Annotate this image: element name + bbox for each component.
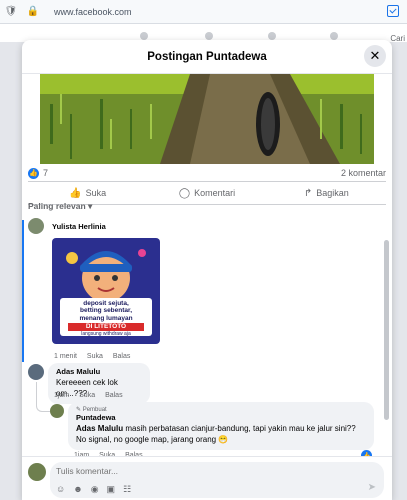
ad-brand: DI LITETOTO (68, 323, 144, 331)
comment-author[interactable]: Puntadewa (76, 413, 366, 422)
emoji-icon[interactable]: ☻ (73, 484, 82, 495)
home-icon (140, 32, 148, 40)
comment-meta: 1jam Suka Balas (54, 392, 131, 399)
avatar[interactable] (28, 218, 44, 234)
caret-down-icon: ▾ (88, 201, 93, 211)
comment-reply-button[interactable]: Balas (105, 392, 123, 399)
highlight-bar (22, 220, 24, 362)
reaction-count[interactable]: 7 (43, 168, 48, 178)
thread-connector (36, 398, 50, 412)
share-button[interactable]: ↱ Bagikan (267, 188, 386, 199)
camera-icon[interactable]: ◉ (91, 484, 99, 495)
comment-time[interactable]: 1 menit (54, 353, 77, 360)
comment-meta: 1 menit Suka Balas (54, 353, 138, 360)
comment-input[interactable] (56, 466, 336, 476)
comment-like-button[interactable]: Suka (79, 392, 95, 399)
address-bar[interactable]: www.facebook.com (54, 7, 132, 17)
comment-time[interactable]: 1jam (54, 392, 69, 399)
close-button[interactable]: ✕ (364, 45, 386, 67)
comment-bubble: ✎ Pembuat Puntadewa Adas Malulu masih pe… (68, 402, 374, 450)
comment-sort-dropdown[interactable]: Paling relevan ▾ (28, 201, 92, 212)
ad-text-line: menang lumayan (79, 314, 133, 322)
watch-icon (268, 32, 276, 40)
dialog-header: Postingan Puntadewa ✕ (22, 40, 392, 74)
sticker-icon[interactable]: ☺ (56, 484, 65, 495)
avatar[interactable] (50, 404, 64, 418)
shield-icon: 🛡 (4, 6, 18, 17)
thumbs-up-icon: 👍 (69, 187, 82, 199)
avatar[interactable] (28, 364, 44, 380)
comment-count[interactable]: 2 komentar (341, 168, 386, 178)
like-reaction-icon: 👍 (28, 167, 39, 179)
comment-image[interactable]: deposit sejuta, betting sebentar, menang… (52, 238, 160, 344)
comment-button[interactable]: ◯ Komentari (147, 188, 266, 199)
comment-icon: ◯ (178, 187, 191, 199)
ad-tagline: langsung withdraw aja (81, 330, 131, 337)
dialog-title: Postingan Puntadewa (147, 50, 267, 63)
ad-text-line: deposit sejuta, (83, 300, 129, 307)
share-icon: ↱ (303, 187, 313, 199)
comment-text: Adas Malulu masih perbatasan cianjur-ban… (76, 424, 366, 446)
like-button[interactable]: 👍 Suka (28, 188, 147, 199)
sort-label: Paling relevan (28, 201, 86, 211)
ad-text-line: betting sebentar, (79, 307, 132, 315)
browser-toolbar: 🛡 🔒 www.facebook.com (0, 0, 407, 24)
groups-icon (330, 32, 338, 40)
comment-label: Komentari (194, 188, 236, 198)
gif-icon[interactable]: ▣ (107, 484, 116, 495)
avatar-sticker-icon[interactable]: ☷ (123, 484, 131, 495)
lock-icon: 🔒 (26, 6, 40, 17)
search-label: Cari (390, 34, 405, 43)
composer-toolbar: ☺ ☻ ◉ ▣ ☷ (56, 484, 131, 495)
comment-author[interactable]: Yulista Herlinia (52, 222, 106, 231)
scrollbar[interactable] (384, 240, 389, 420)
comment-like-button[interactable]: Suka (87, 353, 103, 360)
comment-composer: ☺ ☻ ◉ ▣ ☷ ➤ (22, 456, 392, 500)
composer-box: ☺ ☻ ◉ ▣ ☷ ➤ (50, 462, 384, 498)
comment-reply-button[interactable]: Balas (113, 353, 131, 360)
mention-link[interactable]: Adas Malulu (76, 424, 123, 433)
send-icon[interactable]: ➤ (368, 482, 376, 493)
download-icon[interactable] (387, 5, 399, 17)
close-icon: ✕ (369, 48, 381, 63)
reaction-summary: 👍 7 2 komentar (28, 166, 386, 180)
post-photo[interactable] (40, 74, 374, 164)
share-label: Bagikan (316, 188, 349, 198)
like-label: Suka (85, 188, 107, 198)
avatar[interactable] (28, 463, 46, 481)
comment-author[interactable]: Adas Malulu (56, 367, 142, 376)
author-badge: ✎ Pembuat (76, 407, 107, 413)
grass-path-photo (40, 74, 374, 164)
friends-icon (205, 32, 213, 40)
